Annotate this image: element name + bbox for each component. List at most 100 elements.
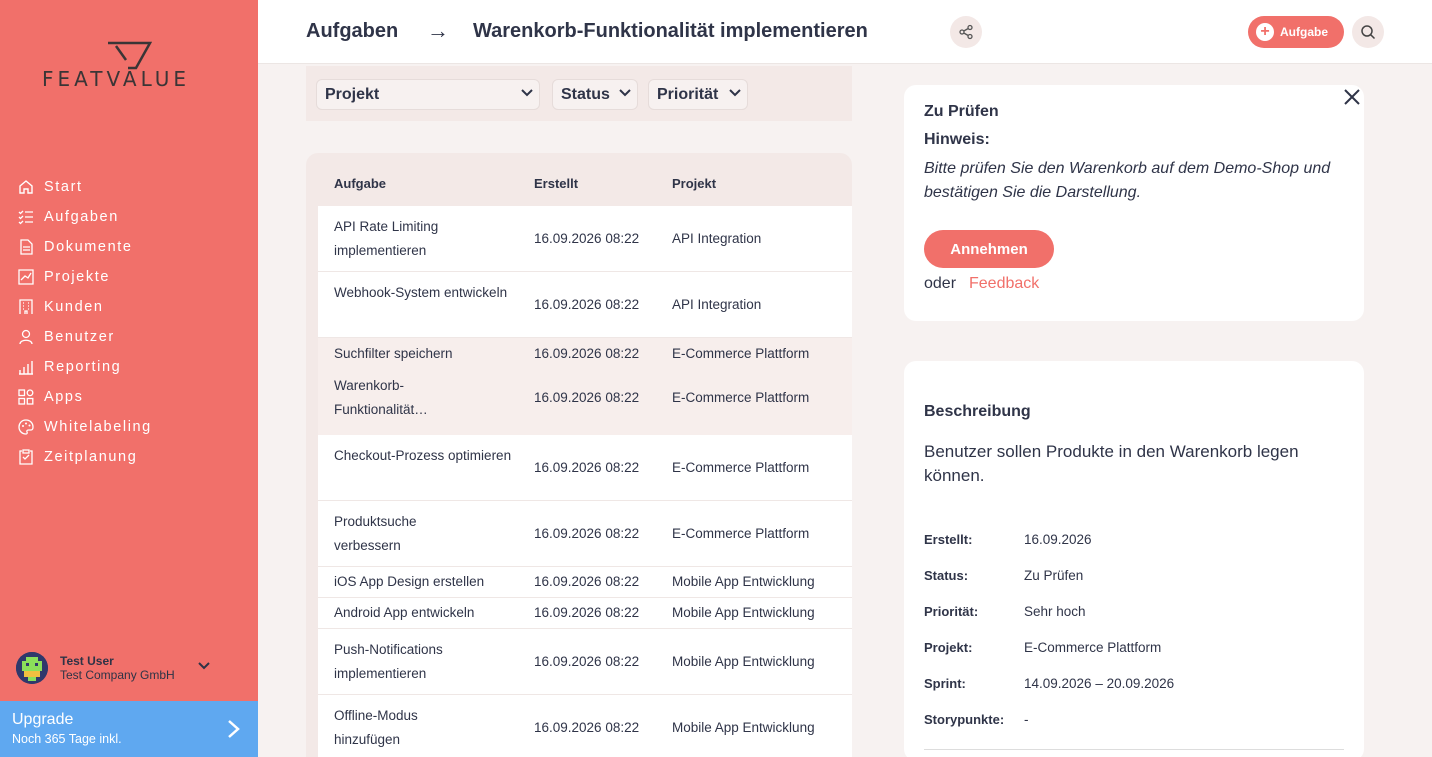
document-icon <box>20 239 33 255</box>
description-title: Beschreibung <box>924 403 1031 420</box>
review-hint-text: Bitte prüfen Sie den Warenkorb auf dem D… <box>924 160 1331 201</box>
table-row[interactable]: Webhook-System entwickeln 16.09.2026 08:… <box>318 272 852 338</box>
task-project: API Integration <box>672 297 762 312</box>
breadcrumb-arrow: → <box>427 18 449 43</box>
meta-value-priority: Sehr hoch <box>1024 604 1086 619</box>
table-row[interactable]: Checkout-Prozess optimieren 16.09.2026 0… <box>318 435 852 501</box>
meta-label-sprint: Sprint: <box>924 676 966 691</box>
sidebar-item-label: Whitelabeling <box>44 419 152 435</box>
search-button[interactable] <box>1352 16 1384 48</box>
meta-label-priority: Priorität: <box>924 604 979 619</box>
sidebar-item-start[interactable]: Start <box>17 172 152 202</box>
table-row[interactable]: Offline-Modus hinzufügen 16.09.2026 08:2… <box>318 695 852 757</box>
task-table: Aufgabe Erstellt Projekt API Rate Limiti… <box>306 153 852 757</box>
feedback-link[interactable]: Feedback <box>969 275 1039 293</box>
description-card: Beschreibung Benutzer sollen Produkte in… <box>904 361 1364 757</box>
task-created: 16.09.2026 08:22 <box>534 526 640 541</box>
bar-chart-icon <box>19 361 33 375</box>
meta-label-project: Projekt: <box>924 640 973 655</box>
task-name: iOS App Design erstellen <box>334 574 485 589</box>
task-created: 16.09.2026 08:22 <box>534 605 640 620</box>
pixel-avatar-icon <box>16 652 48 684</box>
sidebar-item-label: Benutzer <box>44 329 115 345</box>
clipboard-icon <box>19 449 33 465</box>
user-icon <box>19 329 33 345</box>
sidebar-item-label: Start <box>44 179 83 195</box>
sidebar-item-aufgaben[interactable]: Aufgaben <box>17 202 152 232</box>
meta-label-storypoints: Storypunkte: <box>924 712 1005 727</box>
column-header-project[interactable]: Projekt <box>672 176 716 191</box>
task-created: 16.09.2026 08:22 <box>534 654 640 669</box>
upgrade-button[interactable]: Upgrade Noch 365 Tage inkl. <box>0 701 258 757</box>
table-row[interactable]: Android App entwickeln 16.09.2026 08:22 … <box>318 598 852 629</box>
project-filter-select[interactable]: Projekt <box>316 79 540 110</box>
task-project: E-Commerce Plattform <box>672 460 810 475</box>
sidebar-item-label: Reporting <box>44 359 122 375</box>
sidebar-item-label: Zeitplanung <box>44 449 138 465</box>
task-project: E-Commerce Plattform <box>672 526 810 541</box>
project-filter-label: Projekt <box>325 85 380 103</box>
table-row[interactable]: API Rate Limiting implementieren 16.09.2… <box>318 206 852 272</box>
review-hint-label: Hinweis: <box>924 131 990 148</box>
task-project: E-Commerce Plattform <box>672 346 810 361</box>
table-row[interactable]: Push-Notifications implementieren 16.09.… <box>318 629 852 695</box>
priority-filter-select[interactable]: Priorität <box>648 79 748 110</box>
close-icon[interactable] <box>1342 87 1362 107</box>
logo[interactable]: FEATVALUE <box>42 40 217 91</box>
task-name: Offline-Modus hinzufügen <box>334 708 418 747</box>
user-menu[interactable]: Test User Test Company GmbH <box>16 652 216 684</box>
table-body: API Rate Limiting implementieren 16.09.2… <box>318 206 852 757</box>
status-filter-select[interactable]: Status <box>552 79 638 110</box>
meta-value-status: Zu Prüfen <box>1024 568 1084 583</box>
table-row[interactable]: Produktsuche verbessern 16.09.2026 08:22… <box>318 501 852 567</box>
logo-mark-icon <box>108 41 152 70</box>
sidebar-item-reporting[interactable]: Reporting <box>17 352 152 382</box>
column-header-created[interactable]: Erstellt <box>534 176 578 191</box>
building-icon <box>19 299 33 314</box>
status-filter-label: Status <box>561 85 610 103</box>
task-project: Mobile App Entwicklung <box>672 720 815 735</box>
accept-button[interactable]: Annehmen <box>924 230 1054 268</box>
share-icon <box>959 24 973 40</box>
logo-text: FEATVALUE <box>42 67 190 91</box>
column-header-task[interactable]: Aufgabe <box>334 176 386 191</box>
meta-label-status: Status: <box>924 568 969 583</box>
sidebar-item-zeitplanung[interactable]: Zeitplanung <box>17 442 152 472</box>
table-row[interactable]: Suchfilter speichern 16.09.2026 08:22 E-… <box>318 338 852 370</box>
add-task-button[interactable]: + Aufgabe <box>1248 16 1344 48</box>
share-button[interactable] <box>950 16 982 48</box>
home-icon <box>19 180 33 194</box>
task-name: Android App entwickeln <box>334 605 475 620</box>
breadcrumb[interactable]: Aufgaben <box>306 20 398 43</box>
upgrade-title: Upgrade <box>12 711 74 728</box>
sidebar-item-projekte[interactable]: Projekte <box>17 262 152 292</box>
task-created: 16.09.2026 08:22 <box>534 346 640 361</box>
sidebar-item-dokumente[interactable]: Dokumente <box>17 232 152 262</box>
task-project: E-Commerce Plattform <box>672 390 810 405</box>
chevron-right-icon <box>228 720 240 738</box>
sidebar: FEATVALUE Start Aufgaben Dokumente Proje… <box>0 0 258 757</box>
sidebar-item-kunden[interactable]: Kunden <box>17 292 152 322</box>
sidebar-item-label: Dokumente <box>44 239 133 255</box>
sidebar-item-apps[interactable]: Apps <box>17 382 152 412</box>
task-name: Warenkorb-Funktionalität… <box>334 378 428 417</box>
task-name: Push-Notifications implementieren <box>334 642 443 681</box>
or-label: oder <box>924 275 957 292</box>
task-project: Mobile App Entwicklung <box>672 574 815 589</box>
task-created: 16.09.2026 08:22 <box>534 460 640 475</box>
task-project: API Integration <box>672 231 762 246</box>
table-row-selected[interactable]: Warenkorb-Funktionalität… 16.09.2026 08:… <box>318 370 852 435</box>
add-task-label: Aufgabe <box>1280 25 1328 39</box>
apps-icon <box>18 389 34 405</box>
chevron-down-icon[interactable] <box>198 662 210 670</box>
meta-value-project: E-Commerce Plattform <box>1024 640 1162 655</box>
priority-filter-label: Priorität <box>657 85 719 103</box>
sidebar-item-whitelabeling[interactable]: Whitelabeling <box>17 412 152 442</box>
task-created: 16.09.2026 08:22 <box>534 720 640 735</box>
sidebar-item-benutzer[interactable]: Benutzer <box>17 322 152 352</box>
task-name: Produktsuche verbessern <box>334 514 417 553</box>
task-project: Mobile App Entwicklung <box>672 605 815 620</box>
table-row[interactable]: iOS App Design erstellen 16.09.2026 08:2… <box>318 567 852 598</box>
description-text: Benutzer sollen Produkte in den Warenkor… <box>924 442 1299 485</box>
sidebar-item-label: Aufgaben <box>44 209 119 225</box>
